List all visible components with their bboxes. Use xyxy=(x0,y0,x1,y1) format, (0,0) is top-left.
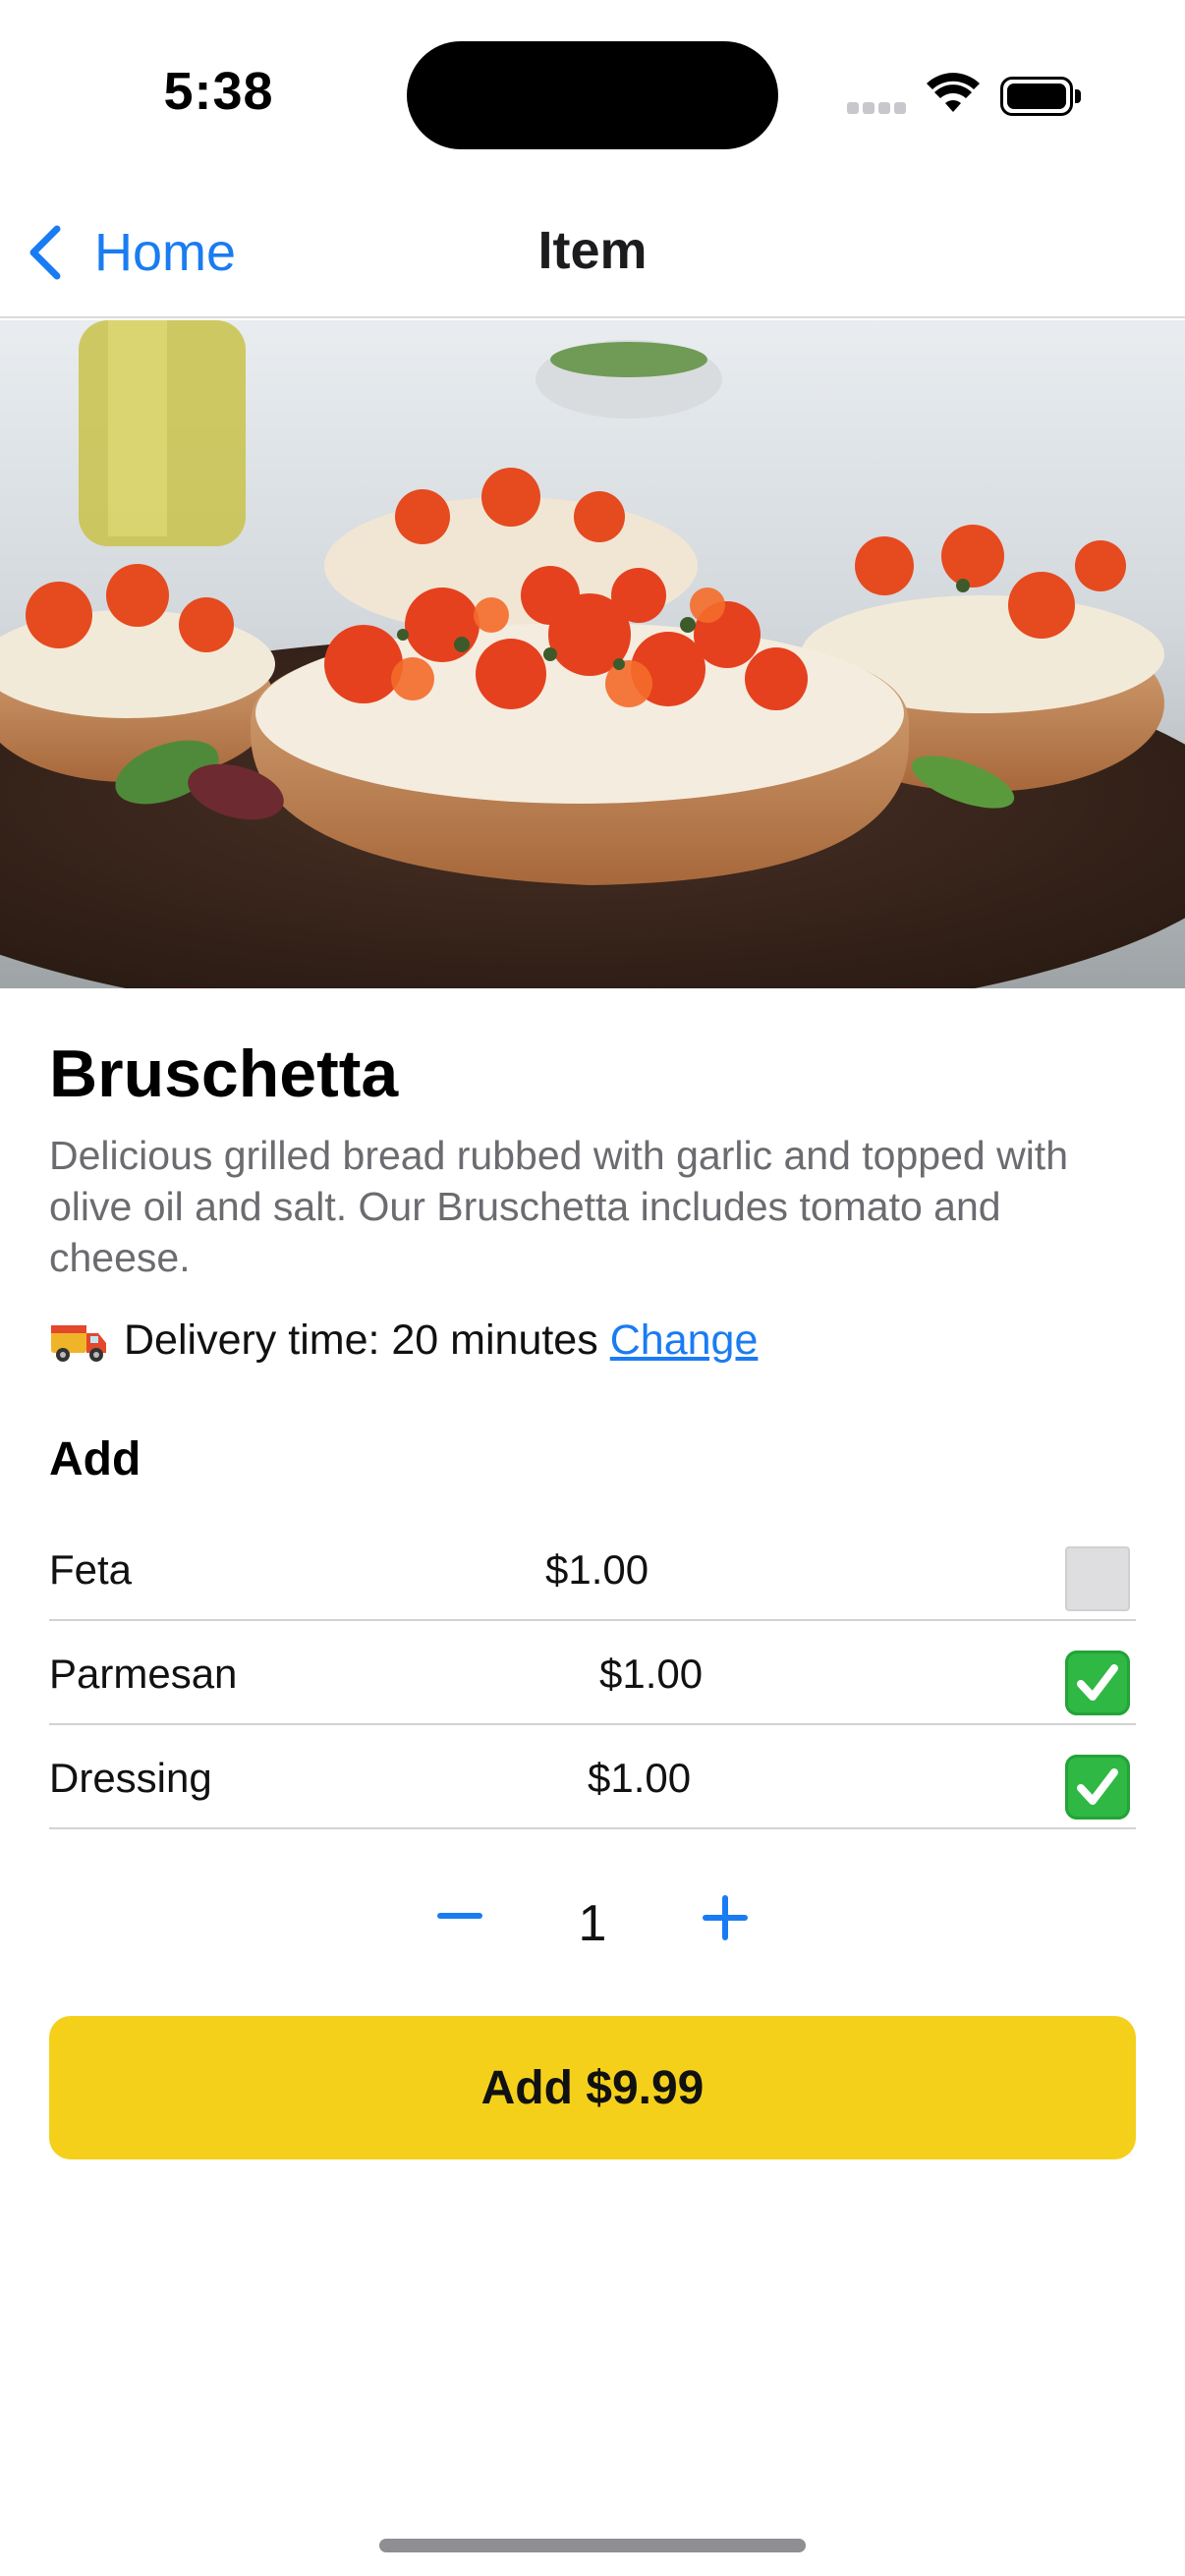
minus-icon[interactable] xyxy=(432,1888,487,1943)
addon-name: Feta xyxy=(49,1546,133,1593)
quantity-value: 1 xyxy=(578,1895,607,1952)
plus-icon[interactable] xyxy=(698,1888,753,1943)
delivery-info: Delivery time: 20 minutes Change xyxy=(49,1316,758,1365)
addons-heading: Add xyxy=(49,1433,141,1485)
addon-row-parmesan[interactable]: Parmesan $1.00 xyxy=(49,1621,1136,1725)
addon-price: $1.00 xyxy=(588,1755,692,1801)
addon-row-feta[interactable]: Feta $1.00 xyxy=(49,1517,1136,1621)
quantity-stepper: 1 xyxy=(0,1867,1185,1975)
checkmark-icon xyxy=(1077,1768,1118,1805)
battery-icon xyxy=(1000,77,1081,116)
cellular-signal-icon xyxy=(847,102,908,116)
addon-checkbox-checked[interactable] xyxy=(1065,1755,1130,1820)
item-description: Delicious grilled bread rubbed with garl… xyxy=(49,1133,1068,1280)
nav-title: Item xyxy=(537,221,648,280)
item-screen: 5:38 Home Item Bruschetta Delicious gril… xyxy=(0,0,1185,2576)
delivery-truck-icon xyxy=(51,1324,106,1362)
addon-row-dressing[interactable]: Dressing $1.00 xyxy=(49,1725,1136,1829)
navigation-bar: Home Item xyxy=(0,187,1185,318)
add-button-label: Add $9.99 xyxy=(480,2061,705,2114)
addon-price: $1.00 xyxy=(545,1546,649,1593)
add-to-cart-button[interactable]: Add $9.99 xyxy=(49,2016,1136,2159)
item-title: Bruschetta xyxy=(49,1036,399,1111)
addon-checkbox-unchecked[interactable] xyxy=(1065,1546,1130,1611)
addon-checkbox-checked[interactable] xyxy=(1065,1651,1130,1715)
item-image xyxy=(0,320,1185,988)
wifi-icon xyxy=(927,73,980,112)
change-delivery-link[interactable]: Change xyxy=(610,1316,759,1365)
addon-name: Parmesan xyxy=(49,1651,238,1697)
dynamic-island xyxy=(407,41,778,149)
status-bar: 5:38 xyxy=(0,0,1185,187)
status-time: 5:38 xyxy=(163,62,274,121)
addon-name: Dressing xyxy=(49,1755,212,1801)
home-indicator xyxy=(379,2539,806,2552)
checkmark-icon xyxy=(1077,1664,1118,1701)
addon-price: $1.00 xyxy=(599,1651,704,1697)
delivery-time-text: Delivery time: 20 minutes xyxy=(124,1316,598,1364)
